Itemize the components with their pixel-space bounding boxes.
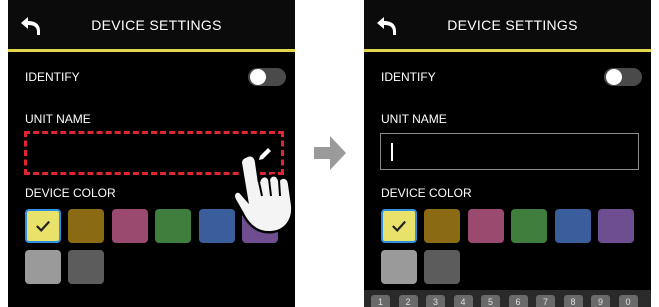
tap-hand-icon — [232, 153, 294, 234]
color-swatch[interactable] — [424, 250, 460, 284]
unit-name-field[interactable] — [380, 133, 639, 170]
page-title: DEVICE SETTINGS — [447, 17, 578, 33]
toggle-knob — [250, 69, 266, 85]
color-swatch[interactable] — [25, 250, 61, 284]
keyboard-key[interactable]: 8 — [563, 295, 583, 307]
keyboard-key[interactable]: 6 — [508, 295, 528, 307]
color-swatch[interactable] — [468, 209, 504, 243]
keyboard-key[interactable]: 0 — [618, 295, 638, 307]
page-title: DEVICE SETTINGS — [91, 17, 222, 33]
color-swatch[interactable] — [424, 209, 460, 243]
header-underline — [364, 49, 651, 52]
header-bar: DEVICE SETTINGS — [364, 0, 651, 52]
color-swatch[interactable] — [381, 250, 417, 284]
keyboard-key[interactable]: 2 — [398, 295, 418, 307]
color-swatch[interactable] — [25, 209, 61, 243]
keyboard-key[interactable]: 5 — [481, 295, 500, 307]
right-arrow-icon — [314, 136, 346, 170]
device-color-label: DEVICE COLOR — [381, 186, 472, 200]
identify-toggle[interactable] — [604, 68, 642, 86]
keyboard-key[interactable]: 3 — [426, 295, 445, 307]
keyboard-key[interactable]: 7 — [536, 295, 555, 307]
checkmark-icon — [36, 220, 50, 233]
color-swatch[interactable] — [511, 209, 547, 243]
keyboard-key[interactable]: 9 — [591, 295, 610, 307]
color-swatch[interactable] — [555, 209, 591, 243]
color-swatch[interactable] — [68, 250, 104, 284]
device-color-label: DEVICE COLOR — [25, 186, 116, 200]
color-swatch[interactable] — [155, 209, 191, 243]
unit-name-label: UNIT NAME — [381, 112, 447, 126]
checkmark-icon — [392, 220, 406, 233]
keyboard-key[interactable]: 1 — [371, 295, 390, 307]
color-swatch[interactable] — [381, 209, 417, 243]
color-swatch[interactable] — [112, 209, 148, 243]
identify-toggle[interactable] — [248, 68, 286, 86]
toggle-knob — [606, 69, 622, 85]
text-cursor — [391, 143, 393, 161]
color-swatch[interactable] — [68, 209, 104, 243]
color-swatch[interactable] — [598, 209, 634, 243]
identify-label: IDENTIFY — [381, 70, 436, 84]
identify-label: IDENTIFY — [25, 70, 80, 84]
header-bar: DEVICE SETTINGS — [8, 0, 295, 52]
device-settings-screen-after: DEVICE SETTINGS IDENTIFY UNIT NAME DEVIC… — [364, 0, 651, 307]
unit-name-label: UNIT NAME — [25, 112, 91, 126]
header-underline — [8, 49, 295, 52]
keyboard-key[interactable]: 4 — [453, 295, 473, 307]
